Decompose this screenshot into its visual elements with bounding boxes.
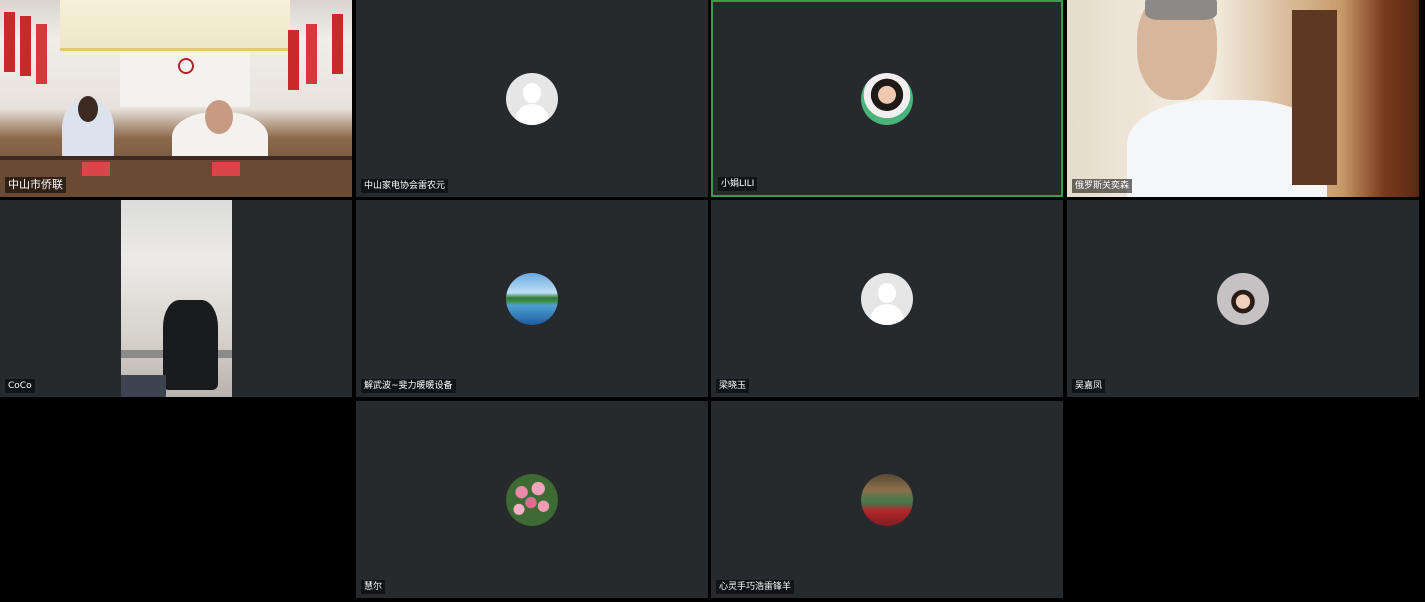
flowers-avatar bbox=[506, 473, 558, 526]
lake-avatar bbox=[506, 272, 558, 325]
participant-video-feed bbox=[121, 200, 232, 397]
participant-tile[interactable]: 梁晓玉 bbox=[711, 200, 1063, 397]
participant-video-feed bbox=[0, 0, 352, 197]
participant-name: 中山家电协会雷农元 bbox=[361, 179, 449, 193]
participant-tile-video[interactable]: 中山市侨联 bbox=[0, 0, 352, 197]
participant-tile-video[interactable]: CoCo bbox=[0, 200, 352, 397]
participant-name: 俄罗斯关奕森 bbox=[1072, 179, 1133, 193]
room-avatar bbox=[861, 473, 913, 526]
participant-tile-active-speaker[interactable]: 小娟LILI bbox=[711, 0, 1063, 197]
woman-avatar bbox=[861, 72, 913, 125]
participant-tile[interactable]: 吴嘉凤 bbox=[1067, 200, 1419, 397]
participant-tile[interactable]: 慧尔 bbox=[356, 401, 708, 598]
participant-video-feed bbox=[1067, 0, 1419, 197]
participant-tile[interactable]: 中山家电协会雷农元 bbox=[356, 0, 708, 197]
participant-name: 慧尔 bbox=[361, 580, 386, 594]
participant-name: 解武波~斐力暖暖设备 bbox=[361, 379, 456, 393]
participant-name: 吴嘉凤 bbox=[1072, 379, 1106, 393]
girl-avatar bbox=[1217, 272, 1269, 325]
participant-tile[interactable]: 心灵手巧浩雷锋羊 bbox=[711, 401, 1063, 598]
default-avatar-icon bbox=[861, 272, 913, 325]
video-grid: 中山市侨联 中山家电协会雷农元 小娟LILI 俄罗斯关奕森 CoCo 解武波~斐… bbox=[0, 0, 1425, 602]
participant-name: 心灵手巧浩雷锋羊 bbox=[716, 580, 795, 594]
participant-name: 中山市侨联 bbox=[5, 177, 66, 193]
participant-name: CoCo bbox=[5, 379, 35, 393]
participant-name: 小娟LILI bbox=[718, 177, 758, 191]
default-avatar-icon bbox=[506, 72, 558, 125]
participant-name: 梁晓玉 bbox=[716, 379, 750, 393]
participant-tile-video[interactable]: 俄罗斯关奕森 bbox=[1067, 0, 1419, 197]
participant-tile[interactable]: 解武波~斐力暖暖设备 bbox=[356, 200, 708, 397]
